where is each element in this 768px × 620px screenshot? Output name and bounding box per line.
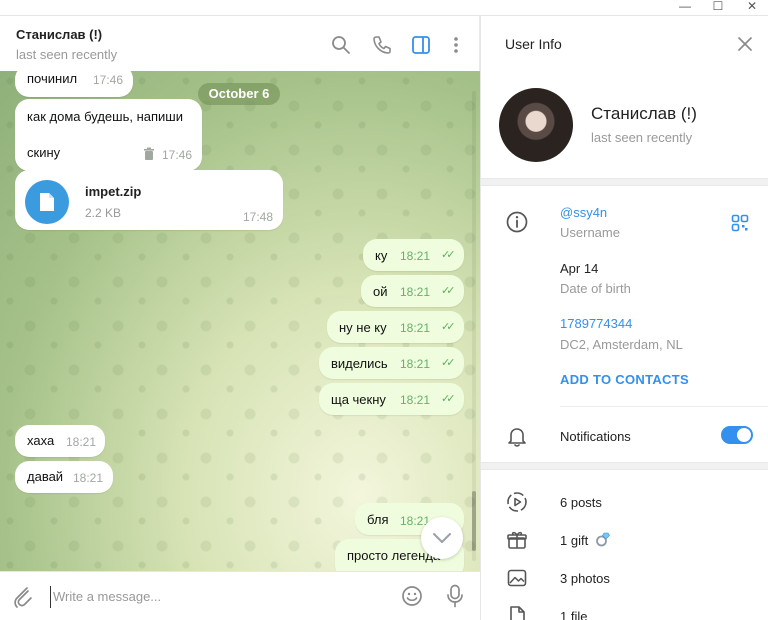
attach-icon[interactable] <box>12 585 34 609</box>
search-icon[interactable] <box>330 34 352 56</box>
avatar[interactable] <box>499 88 573 162</box>
chat-title: Станислав (!) <box>16 27 103 42</box>
date-divider: October 6 <box>198 83 280 105</box>
photos-item[interactable]: 3 photos <box>560 571 610 586</box>
message-bubble[interactable]: хаха 18:21 <box>15 425 105 457</box>
message-text: ща чекну <box>331 392 386 407</box>
read-checkmarks-icon: ✓✓ <box>441 249 456 261</box>
message-text-line2: скину <box>27 145 61 160</box>
message-bubble[interactable]: давай 18:21 <box>15 461 113 493</box>
info-icon <box>506 211 528 233</box>
message-text: хаха <box>27 433 55 448</box>
message-time: 17:48 <box>243 210 274 224</box>
message-text: бля <box>367 512 389 527</box>
composer-bar: Write a message... <box>0 571 480 620</box>
message-text: давай <box>27 469 64 484</box>
notifications-label: Notifications <box>560 429 631 444</box>
chat-status: last seen recently <box>16 47 118 62</box>
username-value[interactable]: @ssy4n <box>560 205 607 220</box>
bell-icon <box>508 428 526 447</box>
close-icon[interactable] <box>737 36 753 52</box>
message-bubble[interactable]: ща чекну 18:21 ✓✓ <box>319 383 464 415</box>
birth-date-value: Apr 14 <box>560 261 599 276</box>
scrollbar-thumb[interactable] <box>472 491 476 551</box>
section-separator <box>481 462 768 470</box>
gift-icon <box>507 531 527 549</box>
file-name: impet.zip <box>85 184 142 199</box>
message-text: ну не ку <box>339 320 387 335</box>
message-time: 18:21 <box>66 435 97 449</box>
file-message[interactable]: impet.zip 2.2 KB 17:48 <box>15 170 283 230</box>
message-time: 17:46 <box>162 148 193 162</box>
message-time: 17:46 <box>93 73 124 87</box>
message-bubble[interactable]: ку 18:21 ✓✓ <box>363 239 464 271</box>
message-bubble[interactable]: починил 17:46 <box>15 71 133 97</box>
read-checkmarks-icon: ✓✓ <box>441 357 456 369</box>
section-separator <box>481 178 768 186</box>
message-time: 18:21 <box>400 285 431 299</box>
message-time: 18:21 <box>400 357 431 371</box>
minimize-button[interactable]: — <box>670 0 700 14</box>
gift-item[interactable]: 1 gift <box>560 533 588 548</box>
more-vertical-icon[interactable] <box>445 34 467 56</box>
read-checkmarks-icon: ✓✓ <box>441 285 456 297</box>
message-list[interactable]: починил 17:46 October 6 как дома будешь,… <box>0 71 480 571</box>
notifications-toggle[interactable] <box>721 426 753 444</box>
message-text: виделись <box>331 356 388 371</box>
message-bubble[interactable]: как дома будешь, напиши скину 17:46 <box>15 99 202 171</box>
chat-header[interactable]: Станислав (!) last seen recently <box>0 16 480 71</box>
ring-icon <box>596 532 610 547</box>
window-close-button[interactable]: ✕ <box>737 0 767 14</box>
chevron-down-icon <box>433 533 451 543</box>
file-size: 2.2 KB <box>85 206 122 220</box>
read-checkmarks-icon: ✓✓ <box>441 321 456 333</box>
message-bubble[interactable]: ой 18:21 ✓✓ <box>361 275 464 307</box>
maximize-button[interactable]: ☐ <box>703 0 733 14</box>
phone-call-icon[interactable] <box>371 34 393 56</box>
user-status: last seen recently <box>591 130 693 145</box>
chat-pane: Станислав (!) last seen recently починил… <box>0 16 480 620</box>
message-text: починил <box>27 71 78 86</box>
birth-date-label: Date of birth <box>560 281 631 296</box>
read-checkmarks-icon: ✓✓ <box>441 393 456 405</box>
user-name: Станислав (!) <box>591 104 697 123</box>
phone-value[interactable]: 1789774344 <box>560 316 632 331</box>
photos-icon <box>507 569 527 587</box>
file-download-button[interactable] <box>25 180 69 224</box>
user-info-panel: User Info Станислав (!) last seen recent… <box>480 16 768 620</box>
message-time: 18:21 <box>400 249 431 263</box>
posts-item[interactable]: 6 posts <box>560 495 602 510</box>
phone-label: DC2, Amsterdam, NL <box>560 337 683 352</box>
message-text-line1: как дома будешь, напиши <box>27 109 183 124</box>
emoji-icon[interactable] <box>401 585 423 607</box>
sidebar-toggle-icon[interactable] <box>410 34 432 56</box>
window-titlebar: — ☐ ✕ <box>0 0 768 16</box>
file-icon <box>510 606 525 620</box>
delete-timer-icon <box>144 147 154 160</box>
message-bubble[interactable]: ну не ку 18:21 ✓✓ <box>327 311 464 343</box>
username-label: Username <box>560 225 620 240</box>
scroll-down-button[interactable] <box>421 517 463 559</box>
message-time: 18:21 <box>73 471 104 485</box>
files-item[interactable]: 1 file <box>560 609 587 620</box>
divider <box>560 406 768 407</box>
message-input[interactable]: Write a message... <box>50 586 380 608</box>
qr-code-icon[interactable] <box>731 214 749 232</box>
message-text: ой <box>373 284 388 299</box>
message-bubble[interactable]: виделись 18:21 ✓✓ <box>319 347 464 379</box>
add-to-contacts-button[interactable]: ADD TO CONTACTS <box>560 372 689 387</box>
message-time: 18:21 <box>400 321 431 335</box>
message-text: ку <box>375 248 388 263</box>
stories-icon <box>507 492 527 512</box>
document-icon <box>40 193 54 211</box>
microphone-icon[interactable] <box>446 584 464 608</box>
message-time: 18:21 <box>400 393 431 407</box>
panel-title: User Info <box>505 36 562 52</box>
